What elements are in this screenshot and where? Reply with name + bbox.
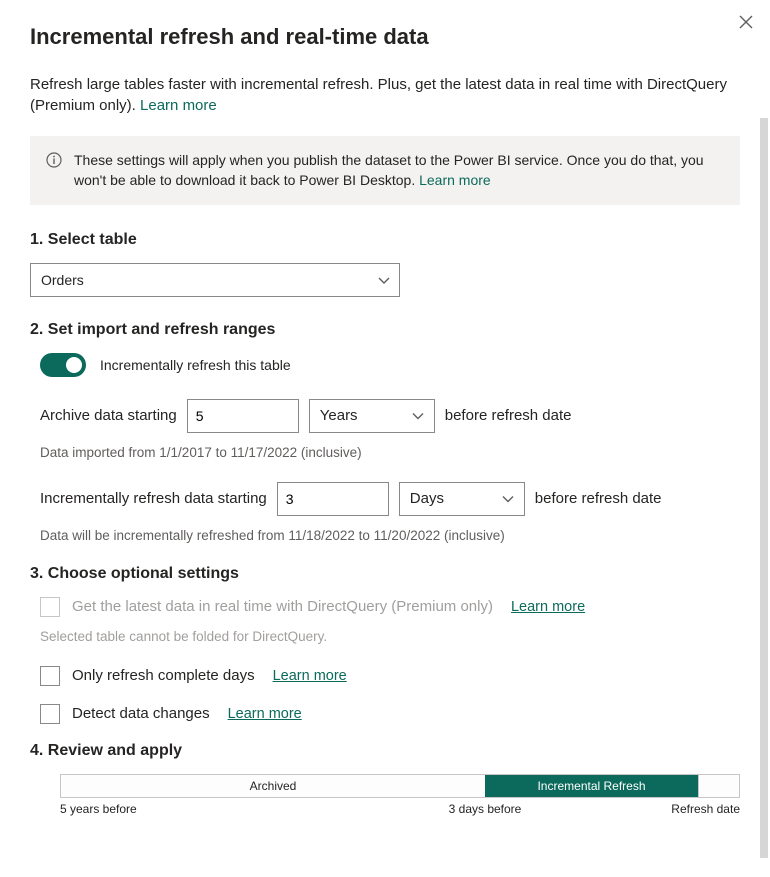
detect-changes-row: Detect data changes Learn more (30, 704, 740, 724)
timeline-archived-segment: Archived (60, 774, 485, 798)
detect-changes-label: Detect data changes (72, 705, 210, 722)
complete-days-row: Only refresh complete days Learn more (30, 666, 740, 686)
toggle-knob (66, 357, 82, 373)
dialog-intro: Refresh large tables faster with increme… (30, 74, 740, 116)
close-icon (739, 15, 753, 29)
chevron-down-icon (412, 407, 424, 424)
archive-prefix: Archive data starting (40, 407, 177, 424)
step3-title: 3. Choose optional settings (30, 565, 740, 583)
table-select-value: Orders (41, 272, 84, 288)
directquery-disabled-hint: Selected table cannot be folded for Dire… (30, 629, 740, 644)
banner-learn-more-link[interactable]: Learn more (419, 172, 491, 188)
timeline-bar: Archived Incremental Refresh (60, 774, 740, 798)
complete-days-learn-more-link[interactable]: Learn more (273, 668, 347, 684)
step-review-apply: 4. Review and apply Archived Incremental… (30, 742, 740, 822)
chevron-down-icon (502, 490, 514, 507)
refresh-unit-value: Days (410, 490, 444, 507)
close-button[interactable] (736, 12, 756, 32)
intro-text: Refresh large tables faster with increme… (30, 76, 727, 114)
archive-value-input[interactable] (187, 399, 299, 433)
archive-unit-value: Years (320, 407, 358, 424)
directquery-checkbox (40, 597, 60, 617)
toggle-label: Incrementally refresh this table (100, 357, 291, 373)
step-optional-settings: 3. Choose optional settings Get the late… (30, 565, 740, 724)
table-select-box[interactable]: Orders (30, 263, 400, 297)
refresh-unit-select[interactable]: Days (399, 482, 525, 516)
directquery-label: Get the latest data in real time with Di… (72, 598, 493, 615)
timeline-label-left: 5 years before (60, 802, 137, 816)
dialog-title: Incremental refresh and real-time data (30, 24, 740, 50)
info-banner: These settings will apply when you publi… (30, 136, 740, 205)
refresh-row: Incrementally refresh data starting Days… (30, 482, 740, 516)
step2-title: 2. Set import and refresh ranges (30, 321, 740, 339)
step-set-ranges: 2. Set import and refresh ranges Increme… (30, 321, 740, 543)
complete-days-checkbox[interactable] (40, 666, 60, 686)
directquery-learn-more-link[interactable]: Learn more (511, 599, 585, 615)
archive-row: Archive data starting Years before refre… (30, 399, 740, 433)
refresh-suffix: before refresh date (535, 490, 662, 507)
info-icon (46, 152, 62, 171)
detect-changes-checkbox[interactable] (40, 704, 60, 724)
table-select[interactable]: Orders (30, 263, 400, 297)
step-select-table: 1. Select table Orders (30, 231, 740, 297)
directquery-row: Get the latest data in real time with Di… (30, 597, 740, 617)
archive-hint: Data imported from 1/1/2017 to 11/17/202… (30, 445, 740, 460)
complete-days-label: Only refresh complete days (72, 667, 255, 684)
step4-title: 4. Review and apply (30, 742, 740, 760)
archive-unit-select[interactable]: Years (309, 399, 435, 433)
timeline-future-segment (699, 774, 740, 798)
detect-changes-learn-more-link[interactable]: Learn more (228, 706, 302, 722)
timeline-label-mid: 3 days before (449, 802, 522, 816)
banner-text: These settings will apply when you publi… (74, 152, 704, 188)
timeline: Archived Incremental Refresh 5 years bef… (30, 774, 740, 822)
timeline-label-right: Refresh date (671, 802, 740, 816)
info-banner-text: These settings will apply when you publi… (74, 150, 724, 191)
refresh-value-input[interactable] (277, 482, 389, 516)
step1-title: 1. Select table (30, 231, 740, 249)
refresh-prefix: Incrementally refresh data starting (40, 490, 267, 507)
incremental-refresh-dialog: Incremental refresh and real-time data R… (0, 0, 770, 822)
archive-suffix: before refresh date (445, 407, 572, 424)
toggle-row: Incrementally refresh this table (30, 353, 740, 377)
timeline-incremental-segment: Incremental Refresh (485, 774, 699, 798)
intro-learn-more-link[interactable]: Learn more (140, 97, 217, 114)
incremental-refresh-toggle[interactable] (40, 353, 86, 377)
scrollbar[interactable] (760, 118, 768, 858)
timeline-labels: 5 years before 3 days before Refresh dat… (60, 802, 740, 822)
refresh-hint: Data will be incrementally refreshed fro… (30, 528, 740, 543)
